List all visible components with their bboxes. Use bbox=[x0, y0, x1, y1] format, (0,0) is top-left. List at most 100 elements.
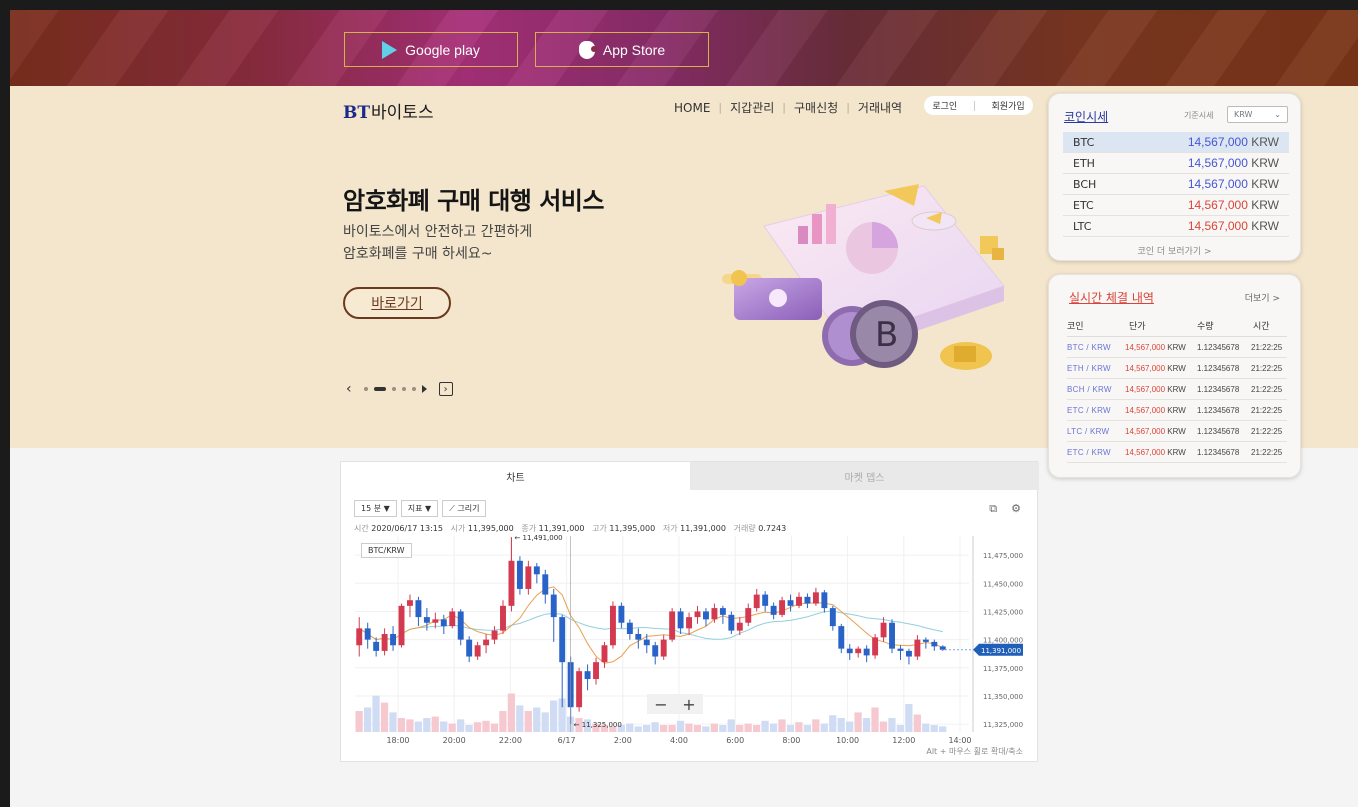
candle-body bbox=[364, 628, 371, 640]
nav-home[interactable]: HOME bbox=[674, 101, 710, 115]
chevron-down-icon: ⌄ bbox=[1274, 110, 1281, 119]
trade-row[interactable]: ETH / KRW 14,567,000 KRW 1.12345678 21:22:2… bbox=[1067, 358, 1287, 379]
app-store-button[interactable]: App Store bbox=[535, 32, 709, 67]
candlestick-chart[interactable]: 18:00 20:00 22:00 6/17 2:00 4:00 6:00 8:00 10:00… bbox=[341, 532, 1039, 752]
coin-symbol: ETH bbox=[1073, 156, 1095, 170]
tab-market-depth[interactable]: 마켓 뎁스 bbox=[690, 462, 1039, 490]
slide-dot[interactable] bbox=[411, 387, 416, 391]
volume-bar bbox=[905, 704, 913, 732]
volume-bar bbox=[769, 723, 778, 732]
x-tick-label: 18:00 bbox=[386, 736, 409, 745]
x-tick-label: 8:00 bbox=[782, 736, 800, 745]
volume-bar bbox=[837, 718, 845, 732]
go-button[interactable]: 바로가기 bbox=[343, 287, 451, 319]
candle-body bbox=[533, 566, 540, 575]
nav-purchase[interactable]: 구매신청 bbox=[794, 99, 838, 116]
logo-mark: BT bbox=[343, 103, 371, 123]
zoom-out-button[interactable]: − bbox=[647, 694, 675, 714]
signup-button[interactable]: 회원가입 bbox=[992, 99, 1025, 112]
candle-body bbox=[686, 617, 693, 629]
volume-bar bbox=[550, 700, 558, 732]
candle-body bbox=[626, 622, 633, 634]
next-slide-icon[interactable]: › bbox=[438, 382, 453, 396]
coin-price-unit: KRW bbox=[1251, 156, 1279, 170]
volume-bar bbox=[473, 722, 482, 732]
trade-qty: 1.12345678 bbox=[1197, 447, 1240, 457]
trade-price-value: 14,567,000 bbox=[1125, 384, 1166, 394]
volume-bar bbox=[913, 714, 921, 732]
nav-history[interactable]: 거래내역 bbox=[858, 99, 902, 116]
gear-icon[interactable]: ⚙ bbox=[1011, 502, 1021, 516]
currency-select[interactable]: KRW ⌄ bbox=[1227, 106, 1288, 123]
coin-symbol: ETC bbox=[1073, 198, 1094, 212]
trade-row[interactable]: LTC / KRW 14,567,000 KRW 1.12345678 21:22:2… bbox=[1067, 421, 1287, 442]
x-tick-label: 22:00 bbox=[499, 736, 522, 745]
candle-body bbox=[821, 592, 828, 609]
trade-row[interactable]: ETC / KRW 14,567,000 KRW 1.12345678 21:22:2… bbox=[1067, 442, 1287, 463]
coin-price: 14,567,000 KRW bbox=[1188, 177, 1279, 191]
candle-body bbox=[550, 594, 557, 618]
candle-body bbox=[516, 560, 523, 589]
indicator-select[interactable]: 지표 ▼ bbox=[400, 500, 439, 517]
auth-box: 로그인 회원가입 bbox=[924, 96, 1033, 115]
trade-pair: ETH / KRW bbox=[1067, 363, 1111, 373]
candle-body bbox=[753, 594, 760, 609]
coin-price-row[interactable]: BCH 14,567,000 KRW bbox=[1063, 174, 1289, 195]
google-play-button[interactable]: Google play bbox=[344, 32, 518, 67]
trade-time: 21:22:25 bbox=[1251, 426, 1283, 436]
trades-rows: BTC / KRW 14,567,000 KRW 1.12345678 21:22:2… bbox=[1067, 337, 1287, 463]
trade-price-unit: KRW bbox=[1167, 363, 1186, 373]
more-coins-link[interactable]: 코인 더 보러가기 > bbox=[1049, 244, 1300, 257]
candle-body bbox=[618, 605, 625, 623]
trades-header: 코인 단가 수량 시간 bbox=[1067, 315, 1287, 337]
site-logo[interactable]: BT 바이토스 bbox=[343, 98, 434, 123]
prev-slide-icon[interactable]: ‹ bbox=[346, 381, 352, 397]
more-trades-link[interactable]: 더보기 > bbox=[1245, 291, 1280, 304]
volume-bar bbox=[846, 721, 854, 732]
y-tick-label: 11,450,000 bbox=[983, 580, 1023, 588]
volume-bar bbox=[719, 725, 727, 732]
candle-body bbox=[846, 648, 853, 654]
coin-price: 14,567,000 KRW bbox=[1188, 135, 1279, 149]
auth-divider bbox=[973, 100, 975, 111]
coin-price-row[interactable]: BTC 14,567,000 KRW bbox=[1063, 132, 1289, 153]
trade-row[interactable]: BTC / KRW 14,567,000 KRW 1.12345678 21:22:2… bbox=[1067, 337, 1287, 358]
interval-select[interactable]: 15 분 ▼ bbox=[354, 500, 397, 517]
candle-body bbox=[457, 611, 464, 640]
header-qty: 수량 bbox=[1197, 322, 1214, 332]
candle-body bbox=[762, 594, 769, 606]
trade-row[interactable]: ETC / KRW 14,567,000 KRW 1.12345678 21:22:2… bbox=[1067, 400, 1287, 421]
hero-subtitle: 바이토스에서 안전하고 간편하게 암호화폐를 구매 하세요~ bbox=[343, 221, 532, 265]
max-price-label: ← 11,491,000 bbox=[514, 534, 562, 542]
slide-dot[interactable] bbox=[363, 387, 368, 391]
tab-chart[interactable]: 차트 bbox=[341, 462, 690, 490]
login-button[interactable]: 로그인 bbox=[932, 99, 957, 112]
chart-card: 차트 마켓 뎁스 15 분 ▼ 지표 ▼ ⟋ 그리기 ⧉ ⚙ 시간 2020/0… bbox=[340, 461, 1039, 762]
candle-body bbox=[736, 622, 743, 631]
nav-wallet[interactable]: 지갑관리 bbox=[730, 99, 774, 116]
candle-body bbox=[812, 592, 819, 604]
x-tick-label: 12:00 bbox=[892, 736, 915, 745]
coin-price-row[interactable]: LTC 14,567,000 KRW bbox=[1063, 216, 1289, 237]
zoom-in-button[interactable]: + bbox=[675, 694, 703, 714]
slide-dot[interactable] bbox=[391, 387, 396, 391]
slide-dot-active[interactable] bbox=[373, 387, 386, 391]
popout-icon[interactable]: ⧉ bbox=[989, 502, 997, 516]
coin-price-row[interactable]: ETH 14,567,000 KRW bbox=[1063, 153, 1289, 174]
trade-price-unit: KRW bbox=[1167, 447, 1186, 457]
candle-body bbox=[609, 605, 616, 646]
trade-row[interactable]: BCH / KRW 14,567,000 KRW 1.12345678 21:22:2… bbox=[1067, 379, 1287, 400]
trade-price: 14,567,000 KRW bbox=[1125, 343, 1197, 352]
candle-body bbox=[694, 611, 701, 618]
candle-body bbox=[660, 639, 667, 657]
coin-price-title[interactable]: 코인시세 bbox=[1064, 108, 1108, 125]
candle-body bbox=[559, 617, 566, 663]
draw-button[interactable]: ⟋ 그리기 bbox=[442, 500, 487, 517]
volume-bar bbox=[685, 723, 693, 732]
slide-dot[interactable] bbox=[401, 387, 406, 391]
coin-price-row[interactable]: ETC 14,567,000 KRW bbox=[1063, 195, 1289, 216]
play-icon[interactable] bbox=[421, 385, 427, 393]
candle-body bbox=[356, 628, 363, 646]
realtime-trades-title[interactable]: 실시간 체결 내역 bbox=[1069, 289, 1154, 306]
volume-bar bbox=[752, 725, 761, 732]
